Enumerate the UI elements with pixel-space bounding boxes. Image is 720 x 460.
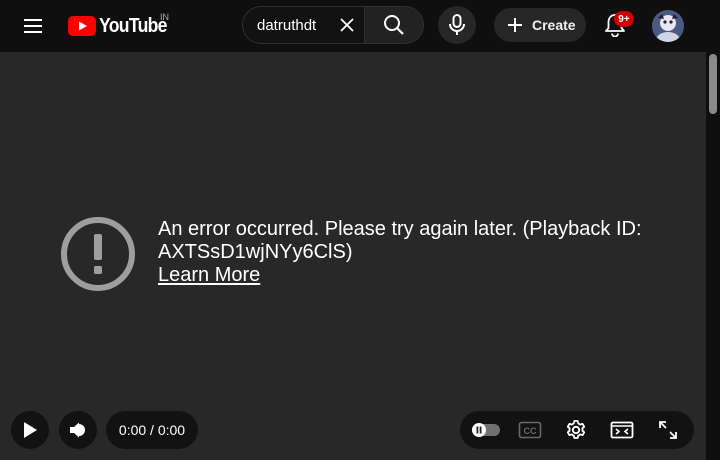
volume-icon (70, 422, 85, 438)
gear-icon (566, 420, 586, 439)
subtitles-button[interactable]: CC (512, 411, 548, 449)
fullscreen-button[interactable] (650, 411, 686, 449)
page-scrollbar[interactable] (706, 52, 720, 460)
country-code: IN (160, 12, 169, 22)
subtitles-label: CC (524, 426, 537, 436)
time-display: 0:00 / 0:00 (106, 411, 198, 449)
plus-icon (508, 18, 522, 32)
fullscreen-icon (659, 421, 677, 439)
theater-mode-icon (610, 421, 634, 439)
volume-button[interactable] (59, 411, 97, 449)
logo-text: YouTube (99, 14, 167, 37)
clear-search-button[interactable] (334, 12, 360, 38)
avatar-image (652, 10, 684, 42)
play-button[interactable] (11, 411, 49, 449)
play-icon (24, 422, 37, 438)
menu-icon (24, 19, 42, 33)
player-right-controls: CC (460, 411, 694, 449)
notification-count-badge: 9+ (614, 11, 634, 27)
masthead: YouTube IN datruthdt Create 9+ (0, 0, 720, 52)
search-icon (384, 15, 404, 35)
create-label: Create (532, 17, 576, 33)
theater-mode-button[interactable] (604, 411, 640, 449)
search-input[interactable]: datruthdt (257, 17, 316, 34)
subtitles-icon: CC (518, 421, 542, 439)
voice-search-button[interactable] (438, 6, 476, 44)
autoplay-toggle[interactable] (468, 411, 504, 449)
scrollbar-thumb[interactable] (709, 54, 717, 114)
learn-more-link[interactable]: Learn More (158, 264, 260, 287)
youtube-logo-icon (68, 16, 96, 36)
error-message-container: An error occurred. Please try again late… (158, 218, 658, 287)
close-icon (340, 18, 354, 32)
avatar[interactable] (652, 10, 684, 42)
create-button[interactable]: Create (494, 8, 586, 42)
guide-menu-button[interactable] (14, 10, 52, 42)
error-message: An error occurred. Please try again late… (158, 218, 642, 263)
autoplay-toggle-icon (472, 423, 500, 437)
search-button[interactable] (364, 6, 424, 44)
error-icon (61, 217, 135, 291)
microphone-icon (449, 14, 465, 35)
video-player[interactable]: An error occurred. Please try again late… (0, 52, 706, 460)
settings-button[interactable] (558, 411, 594, 449)
